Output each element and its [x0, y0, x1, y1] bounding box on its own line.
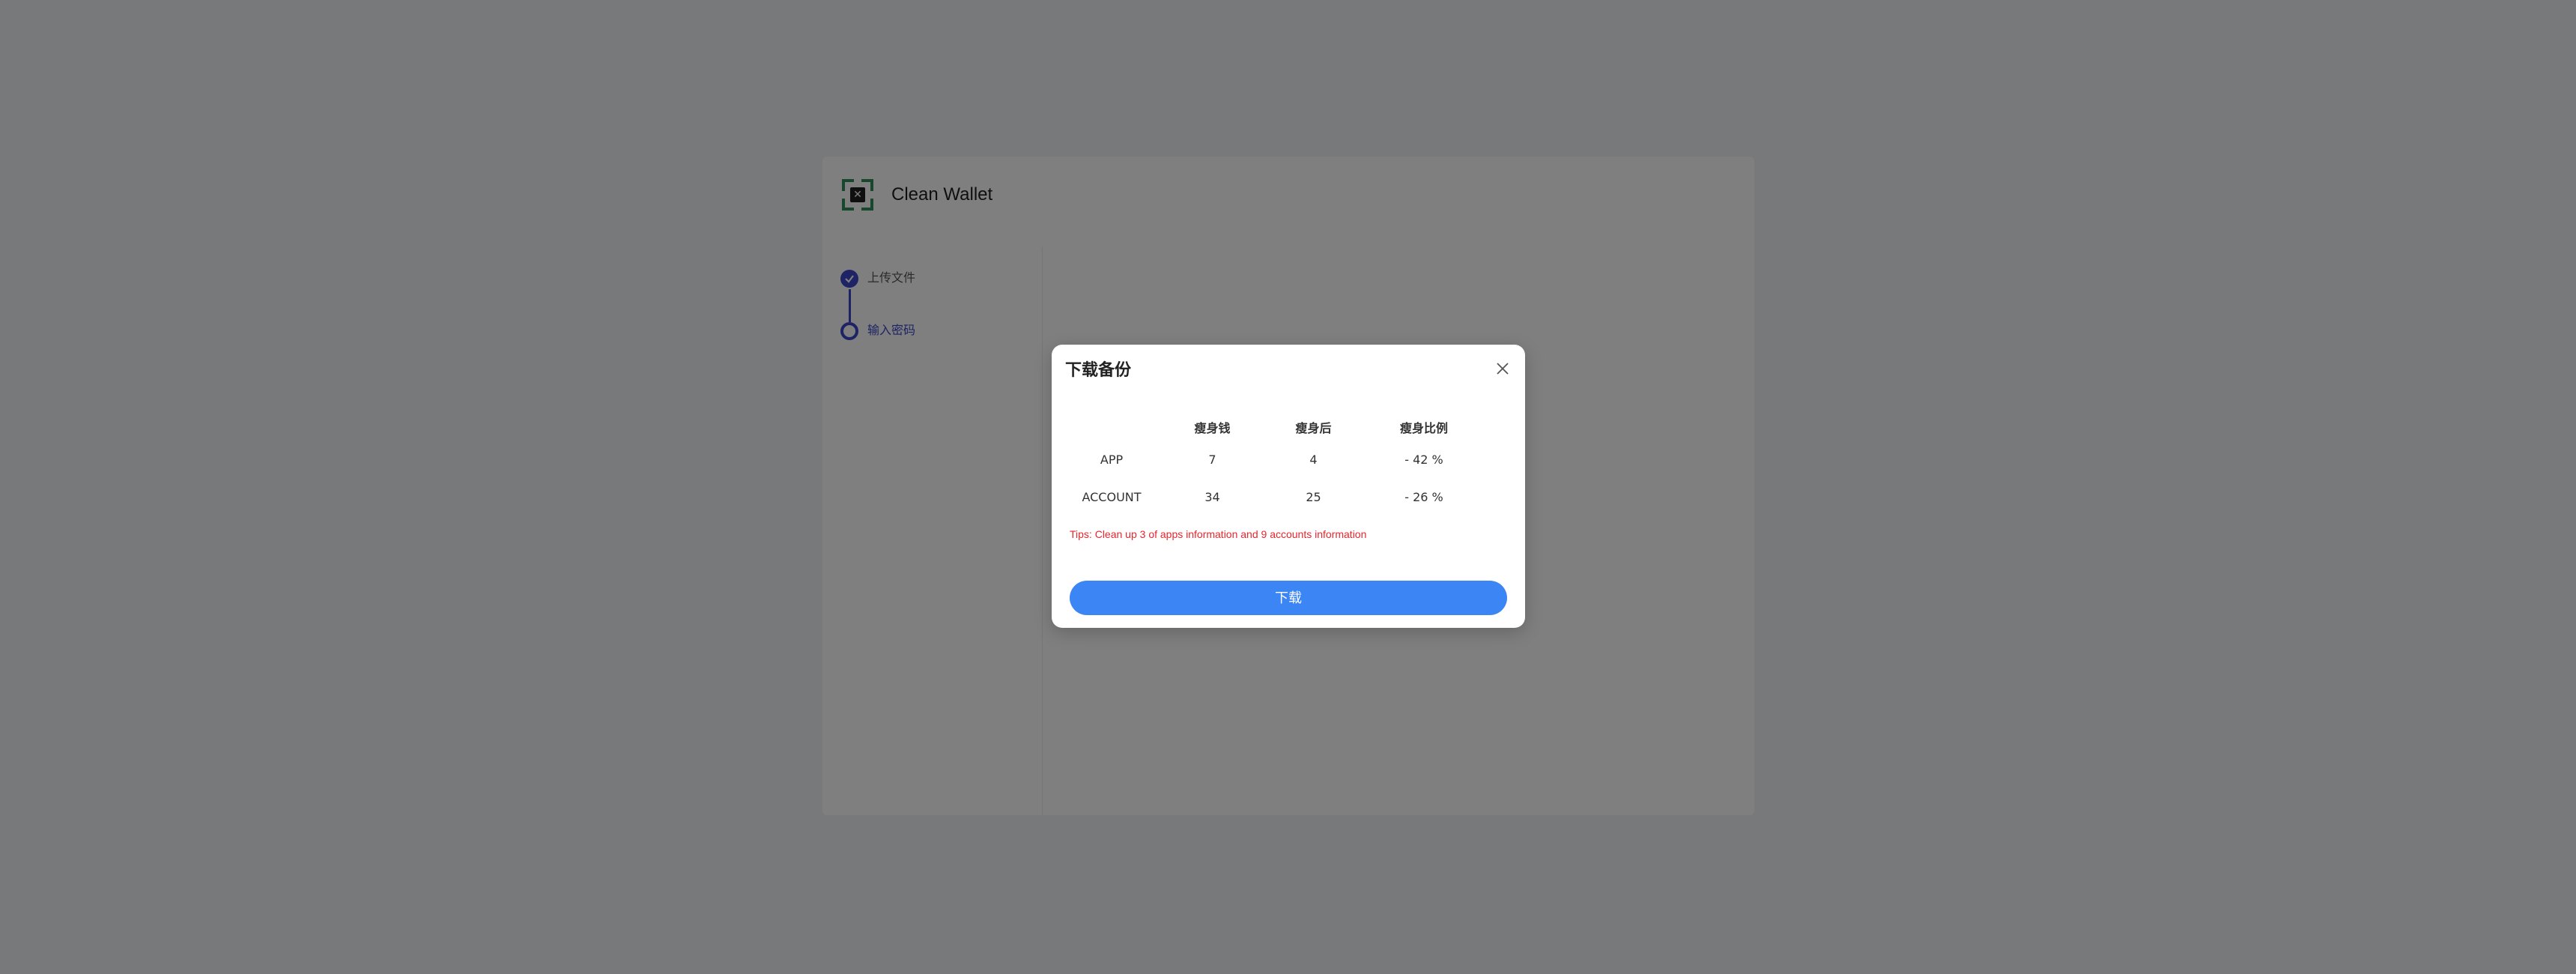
row-ratio: - 26 %	[1404, 489, 1443, 504]
row-before: 7	[1208, 452, 1216, 467]
download-backup-dialog: 下载备份 瘦身钱 瘦身后 瘦身比例 APP 7 4 - 42 % ACCOUNT…	[1052, 345, 1525, 628]
tips-text: Tips: Clean up 3 of apps information and…	[1070, 528, 1367, 540]
row-name: APP	[1100, 452, 1124, 467]
row-after: 4	[1309, 452, 1318, 467]
dialog-title: 下载备份	[1065, 361, 1132, 380]
row-name: ACCOUNT	[1082, 489, 1142, 504]
table-header: 瘦身比例	[1399, 421, 1448, 435]
row-before: 34	[1204, 489, 1220, 504]
table-row: ACCOUNT 34 25 - 26 %	[1065, 478, 1488, 515]
table-header	[1065, 418, 1158, 441]
row-ratio: - 42 %	[1404, 452, 1443, 467]
table-header: 瘦身后	[1295, 421, 1332, 435]
stats-table: 瘦身钱 瘦身后 瘦身比例 APP 7 4 - 42 % ACCOUNT 34 2…	[1065, 418, 1488, 515]
download-button[interactable]: 下载	[1070, 581, 1507, 615]
table-header-row: 瘦身钱 瘦身后 瘦身比例	[1065, 418, 1488, 441]
close-icon[interactable]	[1494, 360, 1512, 378]
table-header: 瘦身钱	[1194, 421, 1231, 435]
table-row: APP 7 4 - 42 %	[1065, 441, 1488, 478]
row-after: 25	[1306, 489, 1321, 504]
